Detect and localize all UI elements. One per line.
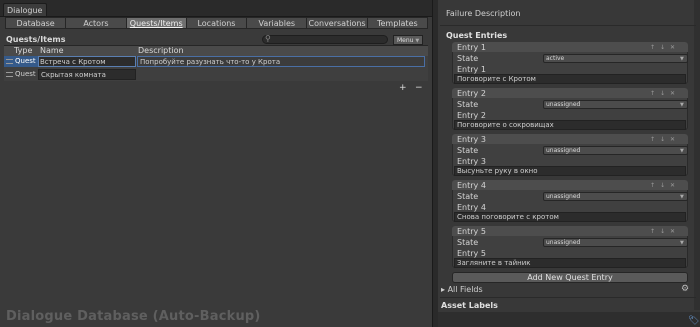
all-fields-foldout[interactable]: ▸ All Fields bbox=[441, 285, 483, 294]
column-header-type[interactable]: Type bbox=[14, 46, 32, 56]
type-cell: Quest bbox=[4, 69, 38, 80]
chevron-down-icon: ▼ bbox=[680, 194, 684, 200]
tab-quests-items[interactable]: Quests/Items bbox=[125, 17, 187, 29]
database-title: Dialogue Database (Auto-Backup) bbox=[6, 309, 261, 324]
editor-toolbar: Database Actors Quests/Items Locations V… bbox=[5, 17, 428, 29]
chevron-down-icon: ▼ bbox=[680, 148, 684, 154]
tab-templates[interactable]: Templates bbox=[366, 17, 428, 29]
drag-handle-icon[interactable] bbox=[6, 58, 13, 64]
drag-handle-icon[interactable] bbox=[6, 71, 13, 77]
entry-reorder-icon[interactable]: ↑↓✕ bbox=[650, 228, 680, 235]
window-titlebar bbox=[0, 0, 432, 17]
type-cell: Quest bbox=[4, 56, 38, 67]
add-row-button[interactable]: + bbox=[399, 83, 407, 93]
remove-row-button[interactable]: − bbox=[415, 83, 423, 93]
state-dropdown[interactable]: unassigned bbox=[543, 146, 688, 155]
name-field[interactable]: Встреча с Кротом bbox=[38, 56, 136, 67]
triangle-right-icon: ▸ bbox=[441, 285, 446, 294]
quest-entries-title: Quest Entries bbox=[446, 31, 508, 40]
entry-reorder-icon[interactable]: ↑↓✕ bbox=[650, 136, 680, 143]
inspector-scrollbar[interactable] bbox=[694, 0, 700, 310]
entry-text-label: Entry 5 bbox=[457, 249, 486, 258]
entry-reorder-icon[interactable]: ↑↓✕ bbox=[650, 182, 680, 189]
chevron-down-icon: ▼ bbox=[680, 56, 684, 62]
entry-text-label: Entry 2 bbox=[457, 111, 486, 120]
state-dropdown[interactable]: unassigned bbox=[543, 192, 688, 201]
chevron-down-icon: ▼ bbox=[680, 240, 684, 246]
window-tab-dialogue[interactable]: Dialogue bbox=[3, 3, 47, 16]
chevron-down-icon: ▼ bbox=[680, 102, 684, 108]
entry-reorder-icon[interactable]: ↑↓✕ bbox=[650, 44, 680, 51]
state-label: State bbox=[457, 100, 479, 109]
state-label: State bbox=[457, 238, 479, 247]
quest-table: Quest Встреча с Кротом Попробуйте разузн… bbox=[4, 56, 428, 81]
table-row[interactable]: Quest Встреча с Кротом Попробуйте разузн… bbox=[4, 56, 428, 68]
tab-locations[interactable]: Locations bbox=[185, 17, 248, 29]
section-title: Quests/Items bbox=[6, 35, 66, 44]
gear-icon[interactable]: ⚙ bbox=[681, 284, 689, 294]
search-icon: ⚲ bbox=[265, 34, 271, 43]
state-dropdown[interactable]: unassigned bbox=[543, 238, 688, 247]
entry-header-label: Entry 2 bbox=[457, 89, 486, 98]
state-label: State bbox=[457, 54, 479, 63]
chevron-down-icon: ▼ bbox=[415, 38, 420, 44]
column-header-name[interactable]: Name bbox=[40, 46, 64, 56]
column-header-description[interactable]: Description bbox=[138, 46, 184, 56]
entry-text-field[interactable]: Загляните в тайник bbox=[454, 258, 686, 268]
description-field[interactable]: Попробуйте разузнать что-то у Крота bbox=[137, 56, 425, 67]
divider bbox=[440, 297, 696, 298]
state-dropdown[interactable]: unassigned bbox=[543, 100, 688, 109]
state-label: State bbox=[457, 146, 479, 155]
entry-reorder-icon[interactable]: ↑↓✕ bbox=[650, 90, 680, 97]
menu-label: Menu bbox=[397, 37, 414, 44]
tab-variables[interactable]: Variables bbox=[246, 17, 308, 29]
add-quest-entry-button[interactable]: Add New Quest Entry bbox=[452, 272, 688, 283]
tag-icon[interactable]: 🏷 bbox=[688, 316, 699, 326]
entry-text-label: Entry 1 bbox=[457, 65, 486, 74]
search-input[interactable] bbox=[262, 35, 388, 44]
asset-labels-title: Asset Labels bbox=[441, 301, 498, 310]
entry-text-field[interactable]: Снова поговорите с кротом bbox=[454, 212, 686, 222]
entry-header-label: Entry 5 bbox=[457, 227, 486, 236]
state-dropdown[interactable]: active bbox=[543, 54, 688, 63]
asset-labels-bar bbox=[438, 312, 700, 327]
tab-conversations[interactable]: Conversations bbox=[306, 17, 368, 29]
entry-header-label: Entry 1 bbox=[457, 43, 486, 52]
state-label: State bbox=[457, 192, 479, 201]
table-row[interactable]: Quest Скрытая комната bbox=[4, 69, 428, 81]
entry-text-label: Entry 4 bbox=[457, 203, 486, 212]
entry-header-label: Entry 4 bbox=[457, 181, 486, 190]
name-field[interactable]: Скрытая комната bbox=[38, 69, 136, 80]
menu-dropdown[interactable]: Menu ▼ bbox=[393, 35, 423, 45]
entry-text-field[interactable]: Высуньте руку в окно bbox=[454, 166, 686, 176]
entry-header-label: Entry 3 bbox=[457, 135, 486, 144]
entry-text-field[interactable]: Поговорите с Кротом bbox=[454, 74, 686, 84]
tab-actors[interactable]: Actors bbox=[65, 17, 127, 29]
divider bbox=[440, 25, 696, 26]
tab-database[interactable]: Database bbox=[5, 17, 67, 29]
entry-text-label: Entry 3 bbox=[457, 157, 486, 166]
entry-text-field[interactable]: Поговорите о сокровищах bbox=[454, 120, 686, 130]
failure-description-label: Failure Description bbox=[446, 9, 521, 18]
